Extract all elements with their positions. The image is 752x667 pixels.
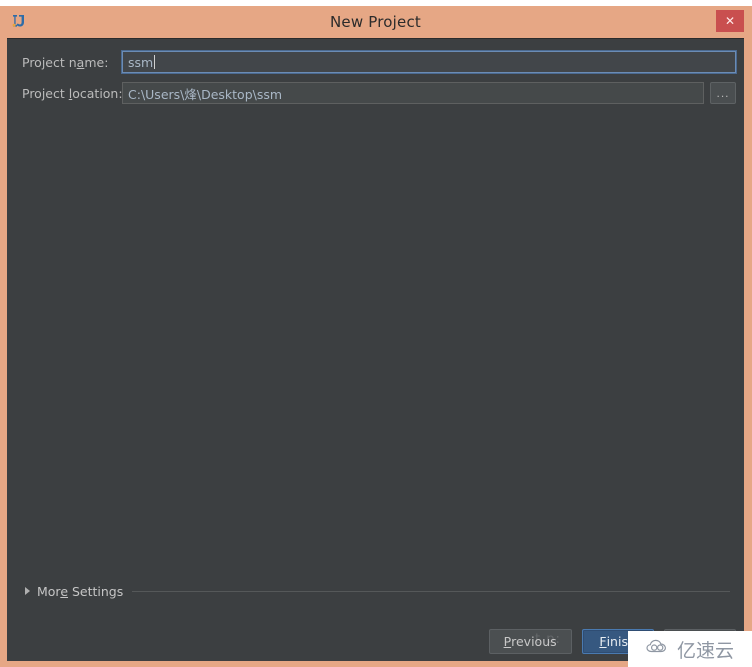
project-name-value: ssm <box>128 54 154 70</box>
watermark-text: 亿速云 <box>676 639 734 662</box>
cloud-glasses-logo-icon <box>646 638 672 661</box>
previous-button[interactable]: Previous <box>488 629 572 654</box>
empty-content-area <box>7 111 744 581</box>
project-name-input[interactable]: ssm <box>122 51 736 73</box>
more-settings-label: More Settings <box>37 583 124 599</box>
project-location-row: Project location: C:\Users\烽\Desktop\ssm… <box>7 80 744 106</box>
project-location-input[interactable]: C:\Users\烽\Desktop\ssm <box>122 82 704 104</box>
dialog-body: Project name: ssm Project location: C:\U… <box>7 38 744 661</box>
dialog-window: New Project Project name: ssm Project lo… <box>0 6 752 667</box>
close-icon[interactable] <box>716 10 744 32</box>
project-name-label: Project name: <box>22 54 109 70</box>
separator-line <box>132 590 730 592</box>
more-settings-toggle[interactable]: More Settings <box>25 584 123 599</box>
triangle-right-icon <box>25 587 30 595</box>
watermark: 亿速云 <box>628 631 752 667</box>
browse-folder-button[interactable]: ... <box>710 82 736 104</box>
project-name-row: Project name: ssm <box>7 49 744 75</box>
project-form: Project name: ssm Project location: C:\U… <box>7 39 744 106</box>
project-location-label: Project location: <box>22 85 123 101</box>
more-settings-row: More Settings <box>7 581 744 601</box>
title-bar[interactable]: New Project <box>7 6 744 38</box>
window-title: New Project <box>329 13 421 31</box>
project-location-value: C:\Users\烽\Desktop\ssm <box>128 86 283 102</box>
text-caret <box>154 55 156 69</box>
